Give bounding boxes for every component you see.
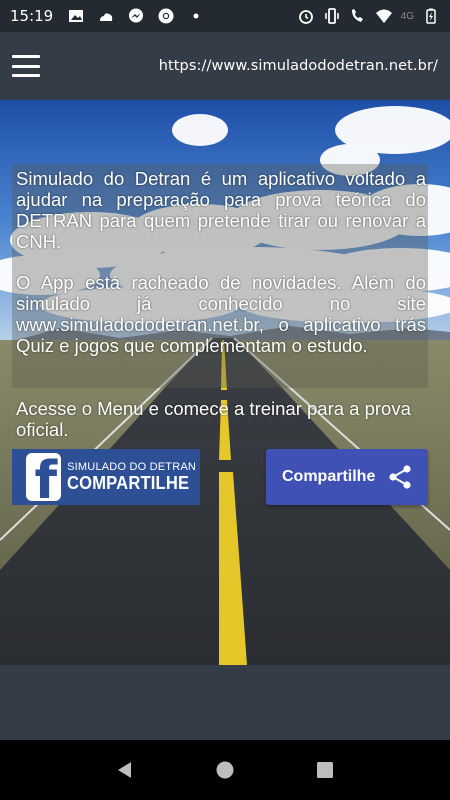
wifi-calling-icon (351, 9, 363, 22)
facebook-share-text: COMPARTILHE (67, 472, 190, 493)
status-time: 15:19 (10, 7, 54, 25)
bottom-area (0, 665, 450, 740)
notification-icons (67, 7, 205, 25)
wifi-icon (375, 9, 392, 23)
hamburger-menu-icon[interactable] (12, 55, 40, 77)
home-button[interactable] (213, 758, 237, 782)
site-url[interactable]: https://www.simuladododetran.net.br/ (159, 58, 438, 74)
dot-icon (193, 13, 199, 19)
facebook-share-title: SIMULADO DO DETRAN (67, 460, 197, 473)
recents-square-icon (317, 762, 333, 778)
signal-4g-icon: 4G (400, 10, 414, 22)
facebook-icon: f (26, 453, 62, 501)
recents-button[interactable] (313, 758, 337, 782)
system-icons: 4G (297, 7, 440, 25)
vibrate-icon (324, 8, 339, 24)
image-icon (69, 10, 84, 22)
facebook-share-label: SIMULADO DO DETRAN COMPARTILHE (67, 461, 200, 494)
share-button-label: Compartilhe (282, 468, 376, 485)
back-button[interactable] (113, 758, 137, 782)
share-button[interactable]: Compartilhe (266, 449, 428, 505)
home-circle-icon (216, 761, 234, 779)
intro-paragraph-1: Simulado do Detran é um aplicativo volta… (16, 168, 426, 252)
facebook-share-button[interactable]: f SIMULADO DO DETRAN COMPARTILHE (12, 449, 200, 505)
chrome-icon (158, 8, 174, 24)
navigation-bar (0, 740, 450, 800)
back-triangle-icon (118, 762, 131, 778)
alarm-icon (298, 10, 313, 24)
status-bar: 15:19 4G (0, 0, 450, 32)
messenger-icon (129, 8, 144, 23)
cloud-fire-icon (100, 13, 113, 21)
intro-paragraph-2: O App está racheado de novidades. Além d… (16, 272, 426, 356)
share-icon (389, 465, 411, 489)
app-bar: https://www.simuladododetran.net.br/ (0, 32, 450, 100)
intro-paragraph-3: Acesse o Menu e comece a treinar para a … (16, 398, 411, 440)
battery-icon (426, 8, 436, 24)
